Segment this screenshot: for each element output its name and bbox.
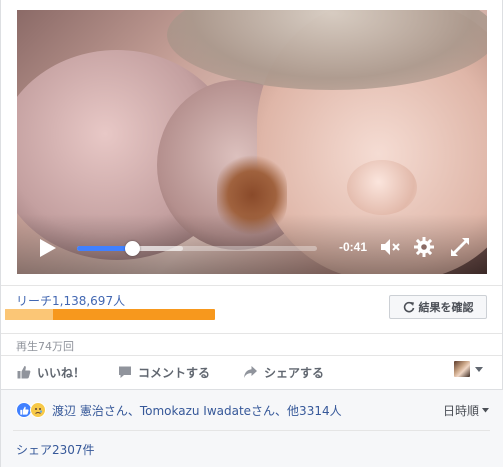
share-arrow-icon — [244, 366, 257, 378]
volume-muted-icon — [381, 239, 400, 255]
post-card: -0:41 リーチ1,138,697人 結果を確認 再生74万回 いいね！ コメ… — [0, 0, 503, 467]
fullscreen-button[interactable] — [449, 236, 471, 258]
settings-button[interactable] — [413, 236, 435, 258]
time-remaining: -0:41 — [339, 240, 368, 254]
reactions-row: 渡辺 憲治さん、Tomokazu Iwadateさん、他3314人 日時順 — [1, 390, 502, 430]
like-button[interactable]: いいね！ — [17, 362, 85, 382]
caret-down-icon — [482, 408, 490, 413]
thumbs-up-icon — [17, 365, 31, 379]
comment-label: コメントする — [138, 365, 211, 380]
share-label: シェアする — [264, 365, 325, 380]
action-bar: いいね！ コメントする シェアする — [1, 355, 502, 388]
refresh-icon — [403, 301, 414, 313]
share-count[interactable]: シェア2307件 — [16, 441, 95, 458]
likers-summary[interactable]: 渡辺 憲治さん、Tomokazu Iwadateさん、他3314人 — [52, 402, 342, 419]
views-row: 再生74万回 — [1, 333, 502, 355]
reaction-icons[interactable] — [16, 402, 46, 418]
video-frame-part — [347, 160, 417, 215]
feedback-section: 渡辺 憲治さん、Tomokazu Iwadateさん、他3314人 日時順 シェ… — [1, 389, 503, 467]
caret-down-icon — [475, 367, 483, 372]
video-scrubber[interactable] — [77, 241, 317, 256]
reach-bar — [5, 309, 215, 320]
video-player[interactable]: -0:41 — [17, 10, 487, 274]
settings-gear-icon — [414, 237, 434, 257]
sort-order-label: 日時順 — [443, 404, 480, 418]
scrubber-played — [77, 246, 132, 251]
reach-count[interactable]: リーチ1,138,697人 — [16, 292, 125, 309]
share-button[interactable]: シェアする — [243, 362, 324, 382]
play-button[interactable] — [39, 238, 57, 258]
reach-bar-organic — [5, 309, 54, 320]
view-results-label: 結果を確認 — [418, 301, 474, 314]
view-count: 再生74万回 — [16, 340, 74, 353]
shares-row: シェア2307件 — [13, 430, 490, 467]
comment-icon — [119, 366, 131, 378]
view-results-button[interactable]: 結果を確認 — [389, 295, 487, 319]
fullscreen-icon — [451, 238, 469, 256]
sad-reaction-icon — [30, 402, 46, 418]
like-label: いいね！ — [37, 365, 86, 380]
insights-row: リーチ1,138,697人 結果を確認 — [1, 285, 502, 325]
comment-button[interactable]: コメントする — [118, 362, 210, 382]
page-identity-selector[interactable] — [454, 361, 484, 377]
mute-button[interactable] — [379, 236, 401, 258]
scrubber-handle[interactable] — [125, 241, 140, 256]
play-icon — [40, 239, 56, 257]
page-avatar — [454, 361, 470, 377]
sort-order-dropdown[interactable]: 日時順 — [443, 402, 490, 419]
